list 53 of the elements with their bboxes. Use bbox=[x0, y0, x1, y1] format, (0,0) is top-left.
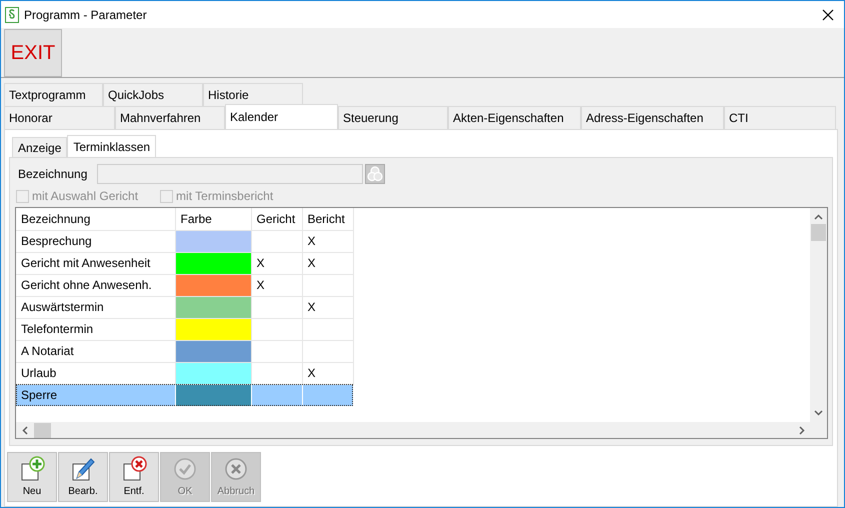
scroll-down-icon[interactable] bbox=[814, 410, 823, 416]
checkbox-label: mit Terminsbericht bbox=[176, 188, 274, 205]
lookup-button[interactable] bbox=[365, 164, 385, 184]
window-title: Programm - Parameter bbox=[24, 6, 147, 24]
toolbar-button[interactable]: Bearb. bbox=[58, 452, 108, 502]
column-header: Farbe bbox=[175, 208, 251, 230]
exit-button[interactable]: EXIT bbox=[4, 29, 62, 77]
plus-icon bbox=[19, 456, 45, 482]
tab[interactable]: Kalender bbox=[225, 104, 338, 129]
table-cell: X bbox=[302, 252, 353, 274]
check-icon bbox=[172, 456, 198, 482]
tab[interactable]: Textprogramm bbox=[4, 83, 103, 106]
vertical-scrollbar[interactable] bbox=[810, 208, 827, 422]
tab[interactable]: Honorar bbox=[4, 106, 115, 129]
app-icon bbox=[5, 6, 19, 22]
delete-icon bbox=[121, 456, 147, 482]
table-cell: X bbox=[251, 274, 302, 296]
tab[interactable]: QuickJobs bbox=[103, 83, 203, 106]
tab[interactable]: CTI bbox=[724, 106, 836, 129]
table-cell: Gericht mit Anwesenheit bbox=[16, 252, 175, 274]
table-cell: X bbox=[302, 296, 353, 318]
tab[interactable]: Mahnverfahren bbox=[115, 106, 225, 129]
tab[interactable]: Akten-Eigenschaften bbox=[448, 106, 581, 129]
tab[interactable]: Terminklassen bbox=[67, 135, 156, 157]
toolbar-button[interactable]: Entf. bbox=[109, 452, 159, 502]
checkbox-label: mit Auswahl Gericht bbox=[32, 188, 138, 205]
table-cell: Urlaub bbox=[16, 362, 175, 384]
field-label: Bezeichnung bbox=[17, 166, 88, 183]
table-cell: X bbox=[302, 362, 353, 384]
tab[interactable]: Steuerung bbox=[338, 106, 448, 129]
column-header: Bericht bbox=[302, 208, 353, 230]
horizontal-scrollbar[interactable] bbox=[16, 422, 827, 438]
scroll-up-icon[interactable] bbox=[814, 214, 823, 220]
scroll-right-icon[interactable] bbox=[799, 426, 805, 434]
table-cell: Sperre bbox=[16, 384, 175, 406]
table-cell: X bbox=[251, 252, 302, 274]
scroll-thumb[interactable] bbox=[811, 224, 826, 241]
table-cell: Besprechung bbox=[16, 230, 175, 252]
table-cell: Telefontermin bbox=[16, 318, 175, 340]
table-cell: Gericht ohne Anwesenh. bbox=[16, 274, 175, 296]
table-cell: A Notariat bbox=[16, 340, 175, 362]
tab[interactable]: Adress-Eigenschaften bbox=[581, 106, 724, 129]
tab[interactable]: Historie bbox=[203, 83, 303, 106]
tab[interactable]: Anzeige bbox=[12, 137, 68, 157]
table-cell: X bbox=[302, 230, 353, 252]
column-header: Gericht bbox=[251, 208, 302, 230]
column-header: Bezeichnung bbox=[16, 208, 175, 230]
scroll-left-icon[interactable] bbox=[22, 426, 28, 434]
toolbar-button[interactable]: Neu bbox=[7, 452, 57, 502]
pencil-icon bbox=[70, 456, 96, 482]
table-cell: Auswärtstermin bbox=[16, 296, 175, 318]
x-circle-icon bbox=[223, 456, 249, 482]
scroll-thumb[interactable] bbox=[34, 422, 51, 438]
